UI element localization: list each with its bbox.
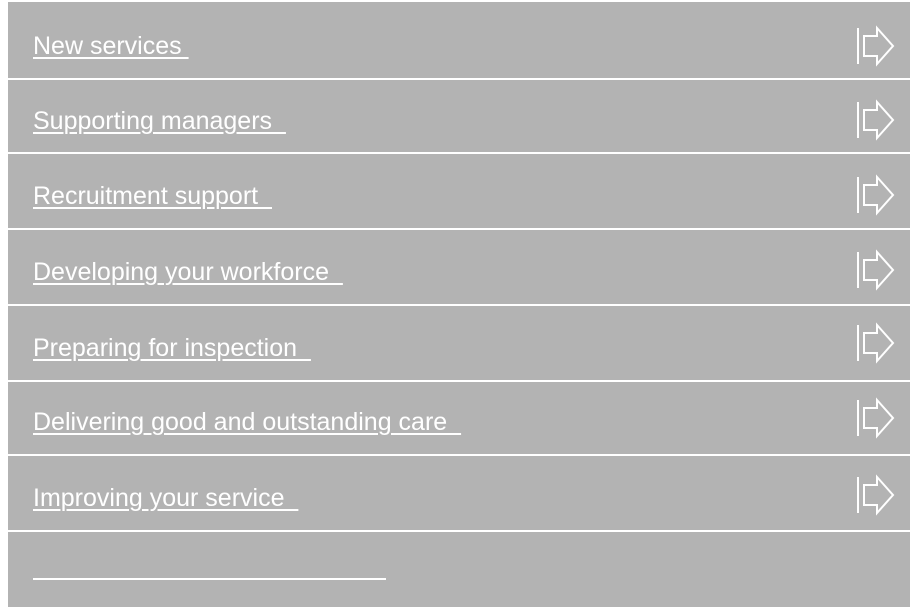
arrow-right-icon <box>857 322 895 364</box>
menu-item-supporting-managers[interactable]: Supporting managers <box>8 80 910 154</box>
menu-item-recruitment-support[interactable]: Recruitment support <box>8 156 910 230</box>
menu-item-label[interactable]: Delivering good and outstanding care <box>33 407 461 437</box>
menu-item-developing-your-workforce[interactable]: Developing your workforce <box>8 232 910 306</box>
menu-item-new-services[interactable]: New services <box>8 6 910 80</box>
arrow-right-icon <box>857 249 895 291</box>
menu-item-label[interactable]: Supporting managers <box>33 106 286 136</box>
empty-link-underline <box>33 578 386 580</box>
arrow-right-icon <box>857 99 895 141</box>
arrow-right-icon <box>857 397 895 439</box>
menu-item-preparing-for-inspection[interactable]: Preparing for inspection <box>8 308 910 382</box>
menu-item-delivering-good-and-outstanding-care[interactable]: Delivering good and outstanding care <box>8 382 910 456</box>
arrow-right-icon <box>857 474 895 516</box>
menu-item-label[interactable]: Recruitment support <box>33 181 272 211</box>
arrow-right-icon <box>857 174 895 216</box>
arrow-right-icon <box>857 25 895 67</box>
menu-item-label[interactable]: New services <box>33 31 189 61</box>
menu-item-label[interactable]: Developing your workforce <box>33 257 343 287</box>
navigation-menu: New services Supporting managers Recruit… <box>8 2 910 607</box>
menu-item-improving-your-service[interactable]: Improving your service <box>8 458 910 532</box>
menu-item-label[interactable]: Preparing for inspection <box>33 333 311 363</box>
menu-item-label[interactable]: Improving your service <box>33 483 298 513</box>
